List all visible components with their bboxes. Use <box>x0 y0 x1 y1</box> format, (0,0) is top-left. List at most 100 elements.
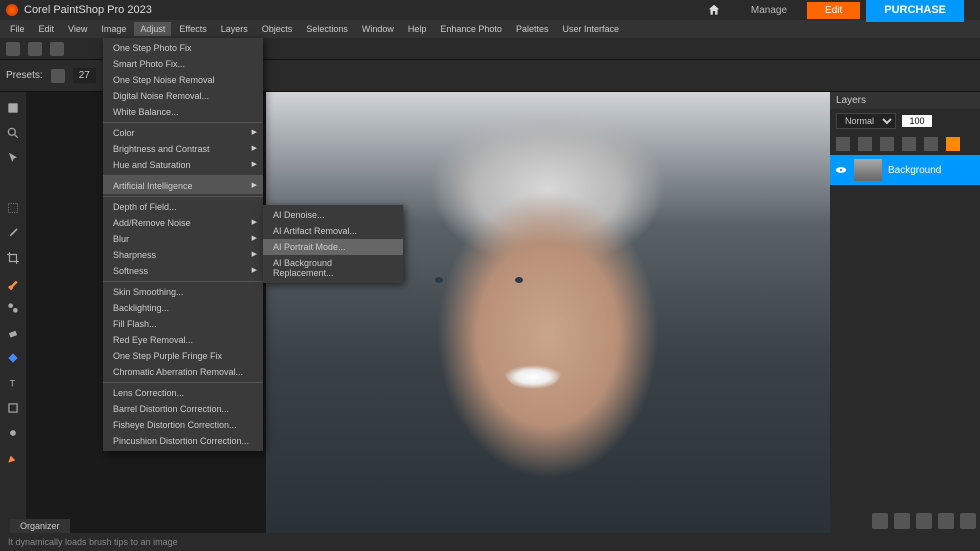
menu-effects[interactable]: Effects <box>173 22 212 36</box>
adjust-item-depth-of-field-[interactable]: Depth of Field... <box>103 196 263 215</box>
manage-tab[interactable]: Manage <box>737 2 801 19</box>
zoom-tool-icon[interactable] <box>2 122 24 144</box>
move-tool-icon[interactable] <box>2 172 24 194</box>
adjust-item-one-step-photo-fix[interactable]: One Step Photo Fix <box>103 40 263 56</box>
bottom-icon-3[interactable] <box>916 513 932 529</box>
menu-edit[interactable]: Edit <box>33 22 61 36</box>
menu-image[interactable]: Image <box>95 22 132 36</box>
ai-item-ai-background-replacement-[interactable]: AI Background Replacement... <box>263 255 403 281</box>
eraser-tool-icon[interactable] <box>2 322 24 344</box>
adjust-item-white-balance-[interactable]: White Balance... <box>103 104 263 120</box>
blend-mode-select[interactable]: Normal <box>836 113 896 129</box>
svg-text:T: T <box>10 379 16 389</box>
new-layer-icon[interactable] <box>836 137 850 151</box>
adjust-item-one-step-noise-removal[interactable]: One Step Noise Removal <box>103 72 263 88</box>
menu-window[interactable]: Window <box>356 22 400 36</box>
lighten-tool-icon[interactable] <box>2 422 24 444</box>
presets-label: Presets: <box>6 70 43 81</box>
delete-layer-icon[interactable] <box>924 137 938 151</box>
bottom-icon-1[interactable] <box>872 513 888 529</box>
adjust-item-digital-noise-removal-[interactable]: Digital Noise Removal... <box>103 88 263 104</box>
layer-tool-row <box>830 133 980 155</box>
ai-item-ai-artifact-removal-[interactable]: AI Artifact Removal... <box>263 223 403 239</box>
edit-tab[interactable]: Edit <box>807 2 860 19</box>
layer-row[interactable]: Background <box>830 155 980 185</box>
open-file-icon[interactable] <box>28 42 42 56</box>
save-icon[interactable] <box>50 42 64 56</box>
menu-adjust[interactable]: Adjust <box>134 22 171 36</box>
adjust-item-add-remove-noise[interactable]: Add/Remove Noise <box>103 215 263 231</box>
layer-name: Background <box>888 165 941 176</box>
menu-bar: File Edit View Image Adjust Effects Laye… <box>0 20 980 38</box>
new-file-icon[interactable] <box>6 42 20 56</box>
adjust-item-fisheye-distortion-correction-[interactable]: Fisheye Distortion Correction... <box>103 417 263 433</box>
ai-submenu: AI Denoise...AI Artifact Removal...AI Po… <box>263 205 403 283</box>
ai-item-ai-portrait-mode-[interactable]: AI Portrait Mode... <box>263 239 403 255</box>
adjust-dropdown: One Step Photo FixSmart Photo Fix...One … <box>103 38 263 451</box>
selection-tool-icon[interactable] <box>2 197 24 219</box>
effects-icon[interactable] <box>880 137 894 151</box>
preset-dropdown-icon[interactable] <box>51 69 65 83</box>
purchase-button[interactable]: PURCHASE <box>866 0 964 22</box>
pan-tool-icon[interactable] <box>2 97 24 119</box>
menu-objects[interactable]: Objects <box>256 22 299 36</box>
title-bar: Corel PaintShop Pro 2023 Manage Edit PUR… <box>0 0 980 20</box>
adjust-item-brightness-and-contrast[interactable]: Brightness and Contrast <box>103 141 263 157</box>
link-icon[interactable] <box>902 137 916 151</box>
organizer-tab[interactable]: Organizer <box>10 519 70 533</box>
layer-thumbnail <box>854 159 882 181</box>
bottom-icon-5[interactable] <box>960 513 976 529</box>
panel-bottom-icons <box>872 513 976 529</box>
bottom-icon-2[interactable] <box>894 513 910 529</box>
opacity-input[interactable]: 100 <box>902 115 932 127</box>
menu-palettes[interactable]: Palettes <box>510 22 555 36</box>
adjust-item-smart-photo-fix-[interactable]: Smart Photo Fix... <box>103 56 263 72</box>
adjust-item-blur[interactable]: Blur <box>103 231 263 247</box>
menu-user-interface[interactable]: User Interface <box>556 22 625 36</box>
pick-tool-icon[interactable] <box>2 147 24 169</box>
adjust-item-sharpness[interactable]: Sharpness <box>103 247 263 263</box>
layers-panel-title: Layers <box>830 92 980 109</box>
adjust-item-pincushion-distortion-correction-[interactable]: Pincushion Distortion Correction... <box>103 433 263 449</box>
brush-tool-icon[interactable] <box>2 272 24 294</box>
adjust-item-barrel-distortion-correction-[interactable]: Barrel Distortion Correction... <box>103 401 263 417</box>
crop-tool-icon[interactable] <box>2 247 24 269</box>
pen-tool-icon[interactable] <box>2 447 24 469</box>
zoom-value[interactable]: 27 <box>73 68 96 83</box>
status-text: It dynamically loads brush tips to an im… <box>8 537 178 547</box>
ai-item-ai-denoise-[interactable]: AI Denoise... <box>263 207 403 223</box>
adjust-item-softness[interactable]: Softness <box>103 263 263 279</box>
menu-view[interactable]: View <box>62 22 93 36</box>
app-logo-icon <box>6 4 18 16</box>
shape-tool-icon[interactable] <box>2 397 24 419</box>
adjust-item-artificial-intelligence[interactable]: Artificial Intelligence <box>103 175 263 194</box>
image-canvas[interactable] <box>266 92 830 533</box>
dropper-tool-icon[interactable] <box>2 222 24 244</box>
menu-file[interactable]: File <box>4 22 31 36</box>
menu-layers[interactable]: Layers <box>215 22 254 36</box>
adjust-item-hue-and-saturation[interactable]: Hue and Saturation <box>103 157 263 173</box>
text-tool-icon[interactable]: T <box>2 372 24 394</box>
adjust-item-chromatic-aberration-removal-[interactable]: Chromatic Aberration Removal... <box>103 364 263 380</box>
adjust-item-one-step-purple-fringe-fix[interactable]: One Step Purple Fringe Fix <box>103 348 263 364</box>
bottom-icon-4[interactable] <box>938 513 954 529</box>
portrait-photo <box>266 92 830 533</box>
adjust-item-red-eye-removal-[interactable]: Red Eye Removal... <box>103 332 263 348</box>
app-title: Corel PaintShop Pro 2023 <box>24 4 152 16</box>
adjust-item-backlighting-[interactable]: Backlighting... <box>103 300 263 316</box>
adjust-item-skin-smoothing-[interactable]: Skin Smoothing... <box>103 281 263 300</box>
menu-enhance-photo[interactable]: Enhance Photo <box>434 22 508 36</box>
menu-help[interactable]: Help <box>402 22 433 36</box>
layers-panel: Layers Normal 100 Background <box>830 92 980 533</box>
fill-tool-icon[interactable] <box>2 347 24 369</box>
clone-tool-icon[interactable] <box>2 297 24 319</box>
status-bar: It dynamically loads brush tips to an im… <box>0 533 980 551</box>
home-icon[interactable] <box>707 3 721 17</box>
mask-icon[interactable] <box>858 137 872 151</box>
menu-selections[interactable]: Selections <box>300 22 354 36</box>
fx-icon[interactable] <box>946 137 960 151</box>
visibility-icon[interactable] <box>834 163 848 177</box>
adjust-item-lens-correction-[interactable]: Lens Correction... <box>103 382 263 401</box>
adjust-item-color[interactable]: Color <box>103 122 263 141</box>
adjust-item-fill-flash-[interactable]: Fill Flash... <box>103 316 263 332</box>
